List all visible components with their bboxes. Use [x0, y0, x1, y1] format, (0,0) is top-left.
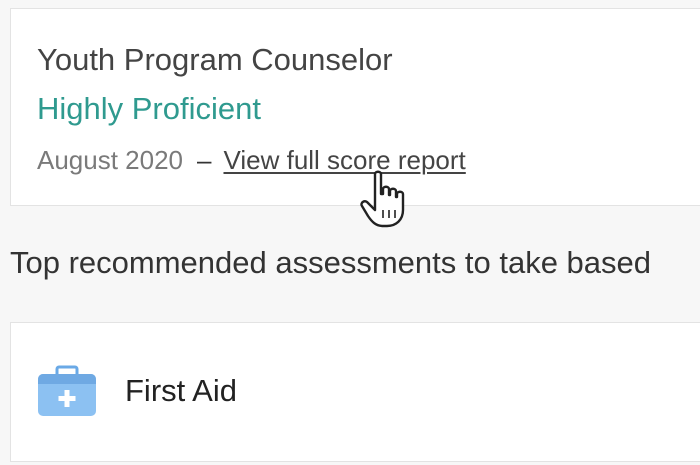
first-aid-kit-icon [38, 365, 96, 416]
view-full-score-report-link[interactable]: View full score report [223, 145, 465, 175]
score-date: August 2020 [37, 145, 184, 175]
proficiency-level: Highly Proficient [37, 91, 261, 126]
meta-separator: – [197, 145, 212, 175]
hand-pointer-cursor-icon [360, 170, 405, 228]
recommendations-heading: Top recommended assessments to take base… [10, 245, 652, 280]
assessment-title: Youth Program Counselor [37, 42, 393, 77]
recommended-assessment-card[interactable]: First Aid [10, 322, 700, 462]
recommended-assessment-title: First Aid [125, 373, 237, 408]
score-card: Youth Program Counselor Highly Proficien… [10, 8, 700, 206]
